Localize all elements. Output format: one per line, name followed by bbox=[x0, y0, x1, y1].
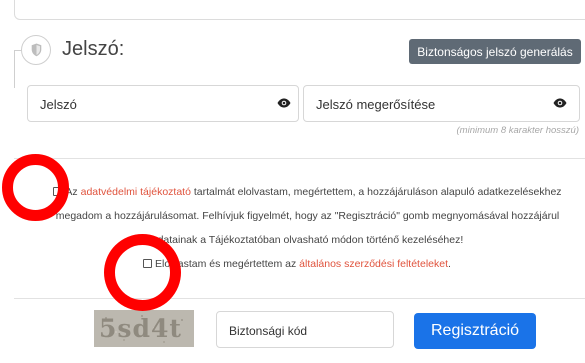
privacy-policy-link[interactable]: adatvédelmi tájékoztató bbox=[81, 186, 191, 198]
privacy-consent-text: Az adatvédelmi tájékoztató tartalmát elo… bbox=[30, 180, 585, 252]
terms-consent-text: Elolvastam és megértettem az általános s… bbox=[143, 258, 451, 270]
register-button[interactable]: Regisztráció bbox=[414, 313, 536, 349]
eye-icon[interactable] bbox=[553, 98, 567, 108]
security-code-field[interactable] bbox=[216, 311, 394, 348]
terms-link[interactable]: általános szerződési feltételeket bbox=[299, 258, 448, 270]
section-title: Jelszó: bbox=[62, 38, 125, 60]
previous-card bbox=[14, 0, 585, 20]
confirm-password-field[interactable] bbox=[303, 85, 580, 122]
eye-icon[interactable] bbox=[277, 98, 291, 108]
captcha-text: 5sd4t bbox=[99, 314, 182, 343]
password-length-hint: (minimum 8 karakter hosszú) bbox=[456, 125, 579, 136]
generate-password-button[interactable]: Biztonságos jelszó generálás bbox=[409, 39, 581, 64]
shield-icon bbox=[31, 43, 42, 57]
captcha-image: 5sd4t bbox=[94, 310, 194, 347]
divider bbox=[14, 158, 585, 159]
confirm-password-input[interactable] bbox=[314, 96, 528, 113]
password-input[interactable] bbox=[38, 96, 252, 113]
consent-line-2: megadom a hozzájárulásomat. Felhívjuk fi… bbox=[55, 210, 560, 222]
divider bbox=[14, 298, 585, 299]
annotation-circle bbox=[2, 154, 69, 221]
security-code-input[interactable] bbox=[227, 323, 381, 339]
section-icon-badge bbox=[21, 35, 51, 65]
section-divider bbox=[14, 50, 15, 88]
annotation-circle bbox=[104, 234, 181, 311]
password-field[interactable] bbox=[27, 85, 299, 122]
